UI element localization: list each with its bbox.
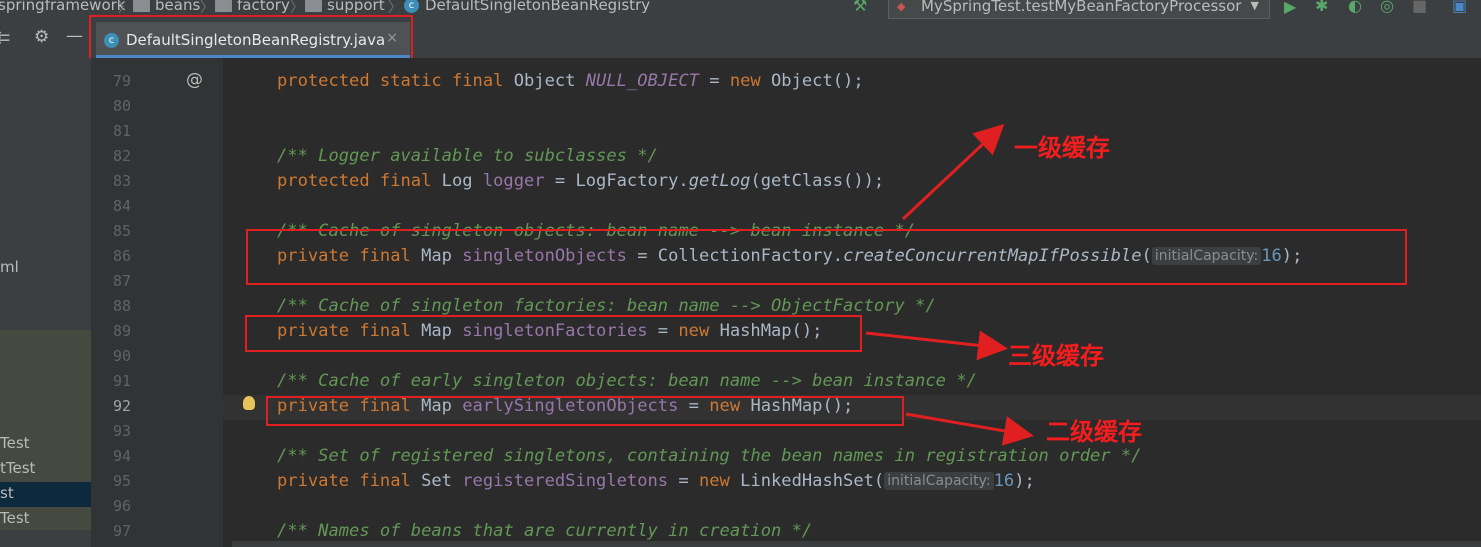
arrow-third-level bbox=[865, 330, 1008, 361]
annotation-second-level-cache: 二级缓存 bbox=[1046, 418, 1142, 446]
annotation-arrows bbox=[865, 123, 1034, 446]
annotation-third-level-cache: 三级缓存 bbox=[1008, 342, 1104, 370]
arrow-first-level bbox=[901, 123, 1005, 221]
arrow-second-level bbox=[905, 412, 1034, 446]
annotation-first-level-cache: 一级缓存 bbox=[1014, 134, 1110, 162]
